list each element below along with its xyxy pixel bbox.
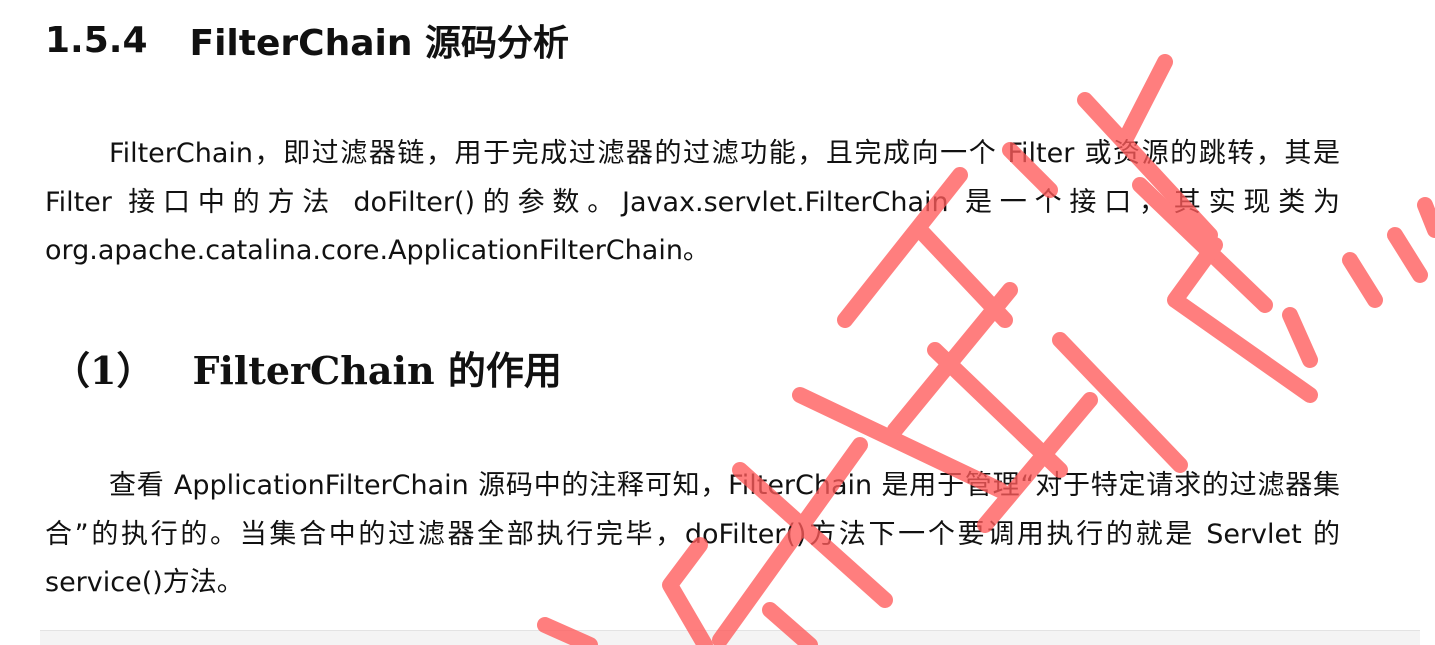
subsection-heading: （1） FilterChain 的作用 [52, 338, 562, 396]
paragraph-filterchain-role: 查看 ApplicationFilterChain 源码中的注释可知，Filte… [45, 470, 1340, 598]
section-number: 1.5.4 [45, 19, 148, 61]
section-title: FilterChain 源码分析 [189, 23, 570, 64]
paragraph-filterchain-intro: FilterChain，即过滤器链，用于完成过滤器的过滤功能，且完成向一个 Fi… [45, 138, 1340, 266]
document-page: 1.5.4 FilterChain 源码分析 FilterChain，即过滤器链… [0, 0, 1435, 645]
section-heading: 1.5.4 FilterChain 源码分析 [45, 14, 569, 66]
subsection-title: FilterChain 的作用 [192, 347, 562, 393]
subsection-number: （1） [52, 347, 155, 393]
code-block-edge [40, 630, 1420, 645]
